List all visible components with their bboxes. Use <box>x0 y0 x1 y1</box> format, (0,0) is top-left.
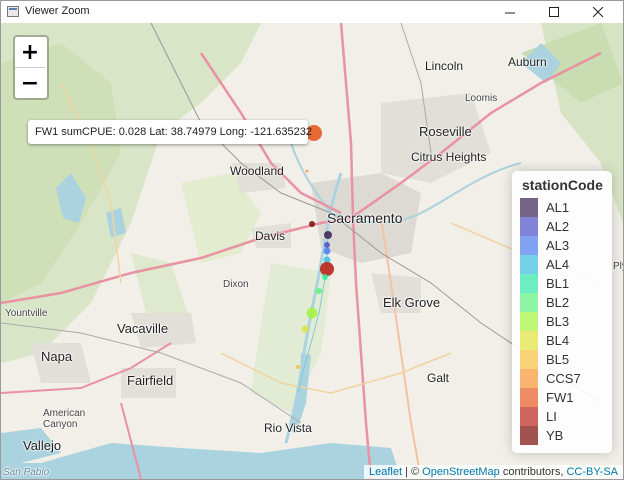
legend-swatch <box>520 350 538 369</box>
legend-item: YB <box>520 426 604 445</box>
legend-items: AL1 AL2 AL3 AL4 BL1 BL2 BL3 BL4 BL5 CCS7 FW1 LI YB <box>520 198 604 445</box>
legend-swatch <box>520 293 538 312</box>
leaflet-link[interactable]: Leaflet <box>369 466 402 478</box>
legend-item: AL1 <box>520 198 604 217</box>
minimize-button[interactable] <box>488 1 532 23</box>
legend-item: AL2 <box>520 217 604 236</box>
place-label: Woodland <box>230 164 284 178</box>
legend-label: AL2 <box>546 219 570 234</box>
legend-item: LI <box>520 407 604 426</box>
legend-item: BL1 <box>520 274 604 293</box>
legend: stationCode AL1 AL2 AL3 AL4 BL1 BL2 BL3 BL4 BL5 C… <box>512 171 612 453</box>
legend-item: BL5 <box>520 350 604 369</box>
zoom-in-button[interactable]: + <box>15 37 45 68</box>
zoom-out-button[interactable]: − <box>15 68 45 98</box>
place-label: Fairfield <box>127 373 174 388</box>
station-marker-bl3[interactable] <box>306 307 318 319</box>
map-attribution: Leaflet | © OpenStreetMap contributors, … <box>363 465 623 479</box>
legend-swatch <box>520 198 538 217</box>
legend-swatch <box>520 217 538 236</box>
viewer-window: Viewer Zoom Lincoln Auburn Loomis Rosevi… <box>0 0 624 480</box>
station-tooltip: FW1 sumCPUE: 0.028 Lat: 38.74979 Long: -… <box>28 120 312 144</box>
legend-swatch <box>520 369 538 388</box>
place-label: Loomis <box>465 93 498 104</box>
maximize-icon <box>548 6 559 17</box>
legend-swatch <box>520 426 538 445</box>
station-marker-bl5[interactable] <box>296 365 300 369</box>
osm-link[interactable]: OpenStreetMap <box>422 466 500 478</box>
place-label: Plymo <box>613 261 623 272</box>
station-marker-al1[interactable] <box>324 231 332 239</box>
legend-item: BL4 <box>520 331 604 350</box>
minimize-icon <box>504 12 515 13</box>
legend-label: CCS7 <box>546 371 581 386</box>
place-label: Citrus Heights <box>411 150 487 164</box>
place-label: Elk Grove <box>383 295 441 310</box>
place-label: San Pablo <box>3 467 50 478</box>
legend-label: BL3 <box>546 314 570 329</box>
zoom-control: + − <box>13 35 49 100</box>
station-marker-bl2[interactable] <box>316 288 322 294</box>
legend-title: stationCode <box>522 177 603 193</box>
place-label: Sacramento <box>327 210 403 226</box>
legend-swatch <box>520 312 538 331</box>
legend-item: AL3 <box>520 236 604 255</box>
place-label: Galt <box>427 371 450 385</box>
legend-label: YB <box>546 428 564 443</box>
window-title: Viewer Zoom <box>25 5 90 17</box>
attribution-contrib: contributors, <box>499 466 567 478</box>
legend-label: AL1 <box>546 200 570 215</box>
place-label: Napa <box>41 349 73 364</box>
close-button[interactable] <box>576 1 620 23</box>
legend-item: CCS7 <box>520 369 604 388</box>
station-marker-yb[interactable] <box>309 221 315 227</box>
legend-swatch <box>520 255 538 274</box>
station-marker-al2[interactable] <box>324 242 330 248</box>
legend-label: AL4 <box>546 257 570 272</box>
legend-label: BL1 <box>546 276 570 291</box>
station-marker-bl4[interactable] <box>301 325 309 333</box>
place-label: Rio Vista <box>264 421 312 435</box>
app-icon <box>7 6 19 17</box>
legend-item: BL2 <box>520 293 604 312</box>
legend-swatch <box>520 236 538 255</box>
legend-item: BL3 <box>520 312 604 331</box>
place-label: Vacaville <box>117 321 169 336</box>
station-marker-ccs7[interactable] <box>305 169 309 173</box>
place-label: Vallejo <box>23 438 62 453</box>
place-label: Davis <box>255 229 286 243</box>
place-label: American Canyon <box>43 408 86 430</box>
legend-label: BL4 <box>546 333 570 348</box>
place-label: Roseville <box>419 124 472 139</box>
legend-item: AL4 <box>520 255 604 274</box>
close-icon <box>592 6 603 17</box>
legend-swatch <box>520 331 538 350</box>
station-marker-al3[interactable] <box>323 247 331 255</box>
place-label: Yountville <box>5 308 48 319</box>
legend-label: BL5 <box>546 352 570 367</box>
title-bar: Viewer Zoom <box>1 1 623 23</box>
legend-label: AL3 <box>546 238 570 253</box>
map-canvas[interactable]: Lincoln Auburn Loomis Roseville Citrus H… <box>1 23 623 479</box>
attribution-separator: | © <box>402 466 423 478</box>
station-marker-li[interactable] <box>320 262 334 276</box>
legend-swatch <box>520 407 538 426</box>
legend-swatch <box>520 388 538 407</box>
maximize-button[interactable] <box>532 1 576 23</box>
legend-label: FW1 <box>546 390 574 405</box>
station-marker-bl1[interactable] <box>322 274 328 280</box>
legend-item: FW1 <box>520 388 604 407</box>
legend-label: BL2 <box>546 295 570 310</box>
place-label: Lincoln <box>425 59 464 73</box>
place-label: Dixon <box>223 279 249 290</box>
license-link[interactable]: CC-BY-SA <box>566 466 618 478</box>
legend-label: LI <box>546 409 557 424</box>
place-label: Auburn <box>508 55 547 69</box>
legend-swatch <box>520 274 538 293</box>
